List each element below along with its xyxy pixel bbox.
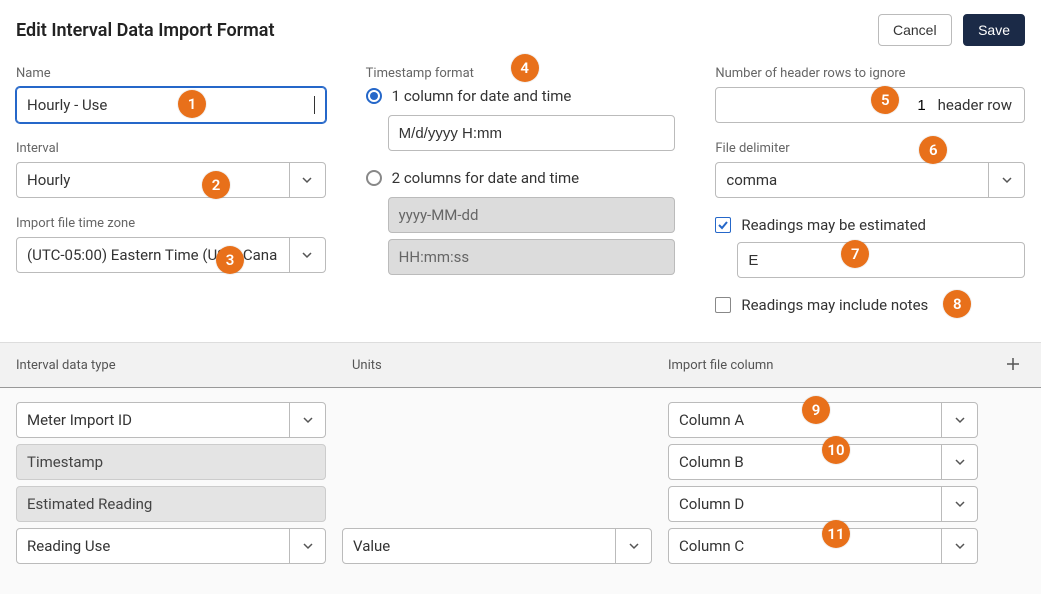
data-type-static: Estimated Reading (16, 486, 326, 522)
left-column: Name Hourly - Use 1 Interval Hourly 2 Im… (16, 66, 326, 322)
import-column-select[interactable]: Column C (668, 528, 978, 564)
save-button[interactable]: Save (963, 14, 1025, 46)
estimated-label: Readings may be estimated (741, 216, 926, 234)
chevron-down-icon (289, 238, 325, 272)
timezone-label: Import file time zone (16, 216, 326, 231)
delimiter-label: File delimiter (715, 141, 1025, 156)
timestamp-1col-format-input[interactable] (388, 115, 676, 151)
interval-value: Hourly (27, 171, 289, 189)
chevron-down-icon (615, 529, 651, 563)
delimiter-value: comma (726, 171, 988, 189)
timezone-value: (UTC-05:00) Eastern Time (US & Cana (27, 246, 289, 264)
table-row: Timestamp Column B (16, 444, 1025, 480)
right-column: Number of header rows to ignore header r… (715, 66, 1025, 322)
chevron-down-icon (289, 403, 325, 437)
import-column-value: Column A (679, 411, 941, 429)
radio-icon (366, 170, 382, 186)
notes-label: Readings may include notes (741, 296, 928, 314)
header-rows-suffix: header row (934, 96, 1024, 114)
th-import-column: Import file column (668, 358, 985, 373)
timezone-select[interactable]: (UTC-05:00) Eastern Time (US & Cana (16, 237, 326, 273)
date-format-input-disabled: yyyy-MM-dd (388, 197, 676, 233)
chevron-down-icon (941, 445, 977, 479)
units-value: Value (353, 537, 615, 555)
chevron-down-icon (941, 529, 977, 563)
add-row-button[interactable] (1001, 353, 1025, 377)
data-type-static: Timestamp (16, 444, 326, 480)
table-row: Reading Use Value Column C (16, 528, 1025, 564)
radio-icon (366, 88, 382, 104)
checkbox-icon (715, 297, 731, 313)
name-input[interactable]: Hourly - Use (16, 87, 326, 123)
import-column-value: Column C (679, 537, 941, 555)
delimiter-select[interactable]: comma (715, 162, 1025, 198)
chevron-down-icon (941, 403, 977, 437)
table-body: Meter Import ID Column A Timestamp Colum… (0, 388, 1041, 594)
page-header: Edit Interval Data Import Format Cancel … (0, 0, 1041, 66)
header-rows-value[interactable] (716, 88, 933, 122)
estimated-indicator-input[interactable] (737, 242, 1025, 278)
timestamp-format-label: Timestamp format (366, 66, 676, 81)
name-value: Hourly - Use (27, 96, 107, 114)
radio-2col[interactable]: 2 columns for date and time (366, 169, 676, 187)
chevron-down-icon (988, 163, 1024, 197)
chevron-down-icon (289, 529, 325, 563)
radio-1col[interactable]: 1 column for date and time (366, 87, 676, 105)
th-data-type: Interval data type (16, 358, 336, 373)
data-type-select[interactable]: Meter Import ID (16, 402, 326, 438)
text-cursor (314, 96, 315, 114)
data-type-select[interactable]: Reading Use (16, 528, 326, 564)
import-column-select[interactable]: Column B (668, 444, 978, 480)
plus-icon (1005, 356, 1021, 372)
data-type-value: Reading Use (27, 537, 289, 555)
name-label: Name (16, 66, 326, 81)
interval-label: Interval (16, 141, 326, 156)
page-title: Edit Interval Data Import Format (16, 20, 275, 41)
import-column-select[interactable]: Column A (668, 402, 978, 438)
interval-select[interactable]: Hourly (16, 162, 326, 198)
import-column-value: Column B (679, 453, 941, 471)
estimated-checkbox-row[interactable]: Readings may be estimated (715, 216, 1025, 234)
header-rows-label: Number of header rows to ignore (715, 66, 1025, 81)
chevron-down-icon (289, 163, 325, 197)
import-column-value: Column D (679, 495, 941, 513)
chevron-down-icon (941, 487, 977, 521)
table-row: Estimated Reading Column D (16, 486, 1025, 522)
cancel-button[interactable]: Cancel (878, 14, 952, 46)
header-actions: Cancel Save (878, 14, 1025, 46)
th-units: Units (352, 358, 652, 373)
data-type-value: Meter Import ID (27, 411, 289, 429)
table-row: Meter Import ID Column A (16, 402, 1025, 438)
header-rows-input[interactable]: header row (715, 87, 1025, 123)
import-column-select[interactable]: Column D (668, 486, 978, 522)
units-select[interactable]: Value (342, 528, 652, 564)
notes-checkbox-row[interactable]: Readings may include notes (715, 296, 1025, 314)
checkbox-icon (715, 217, 731, 233)
radio-1col-label: 1 column for date and time (392, 87, 572, 105)
time-format-input-disabled: HH:mm:ss (388, 239, 676, 275)
table-header: Interval data type Units Import file col… (0, 342, 1041, 388)
center-column: Timestamp format 1 column for date and t… (366, 66, 676, 322)
radio-2col-label: 2 columns for date and time (392, 169, 579, 187)
